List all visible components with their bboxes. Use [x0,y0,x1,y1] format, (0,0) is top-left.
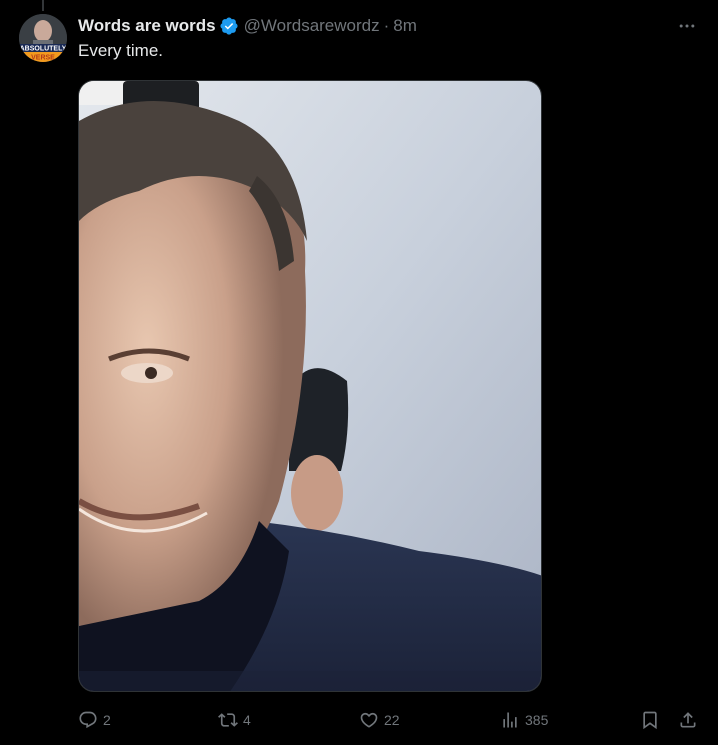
display-name[interactable]: Words are words [78,16,216,36]
share-icon [680,712,696,728]
reply-icon [79,711,97,729]
retweet-button[interactable]: 4 [218,706,251,734]
avatar[interactable]: ABSOLUTELY VERSE [19,14,67,62]
thread-connector-line [42,0,44,11]
like-button[interactable]: 22 [359,706,400,734]
verified-badge-icon[interactable] [219,16,239,36]
views-count: 385 [525,712,549,728]
reply-button[interactable]: 2 [78,706,111,734]
views-icon [503,712,517,728]
tweet-photo[interactable] [78,80,542,692]
action-bar: 2 4 22 385 [0,706,718,734]
more-options-button[interactable] [674,14,700,38]
retweet-count: 4 [243,712,251,728]
views-button[interactable]: 385 [500,706,548,734]
bookmark-icon [643,711,657,730]
tweet-text: Every time. [78,41,164,60]
avatar-caption-2: VERSE [31,55,55,62]
avatar-caption: ABSOLUTELY [20,46,67,53]
bookmark-button[interactable] [640,706,660,734]
heart-icon [360,712,378,728]
like-count: 22 [384,712,400,728]
photo-icon [79,81,541,691]
reply-count: 2 [103,712,111,728]
user-handle[interactable]: @Wordsarewordz [244,16,380,36]
more-icon [679,24,695,28]
tweet-header: Words are words @Wordsarewordz · 8m [78,14,417,38]
retweet-icon [218,713,238,727]
timestamp[interactable]: 8m [393,16,417,36]
separator-dot: · [383,16,390,35]
share-button[interactable] [678,706,698,734]
avatar-image: ABSOLUTELY VERSE [19,14,67,62]
